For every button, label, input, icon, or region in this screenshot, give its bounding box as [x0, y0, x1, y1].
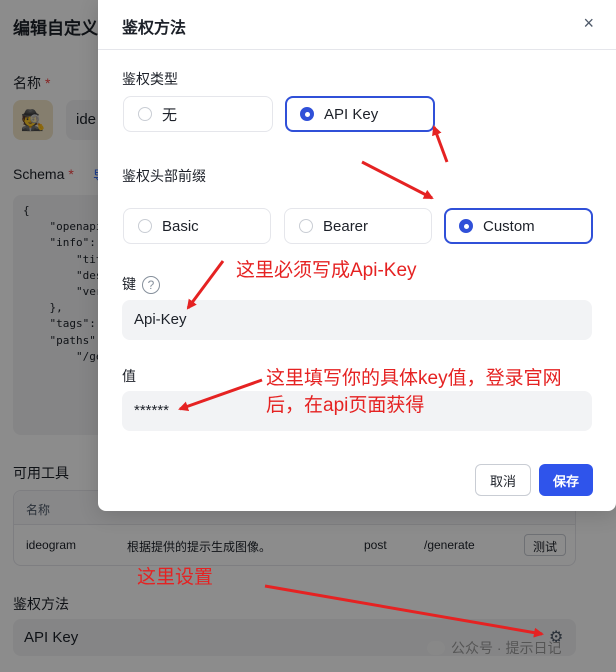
- arrow-to-gear: [264, 584, 544, 638]
- setting-annotation: 这里设置: [137, 567, 214, 588]
- value-annotation-line2: 后，在api页面获得: [266, 395, 425, 416]
- annotation-arrows: [178, 125, 544, 638]
- watermark-text: 公众号 · 提示日记: [451, 640, 562, 656]
- arrow-to-custom: [361, 160, 434, 200]
- wechat-icon: [427, 641, 445, 655]
- watermark: 公众号 · 提示日记: [427, 638, 561, 658]
- arrow-to-key-input: [186, 260, 225, 310]
- arrow-to-api-key: [432, 125, 449, 163]
- key-annotation: 这里必须写成Api-Key: [236, 260, 417, 281]
- value-annotation-line1: 这里填写你的具体key值，登录官网: [266, 368, 562, 389]
- arrow-to-value-input: [178, 378, 263, 412]
